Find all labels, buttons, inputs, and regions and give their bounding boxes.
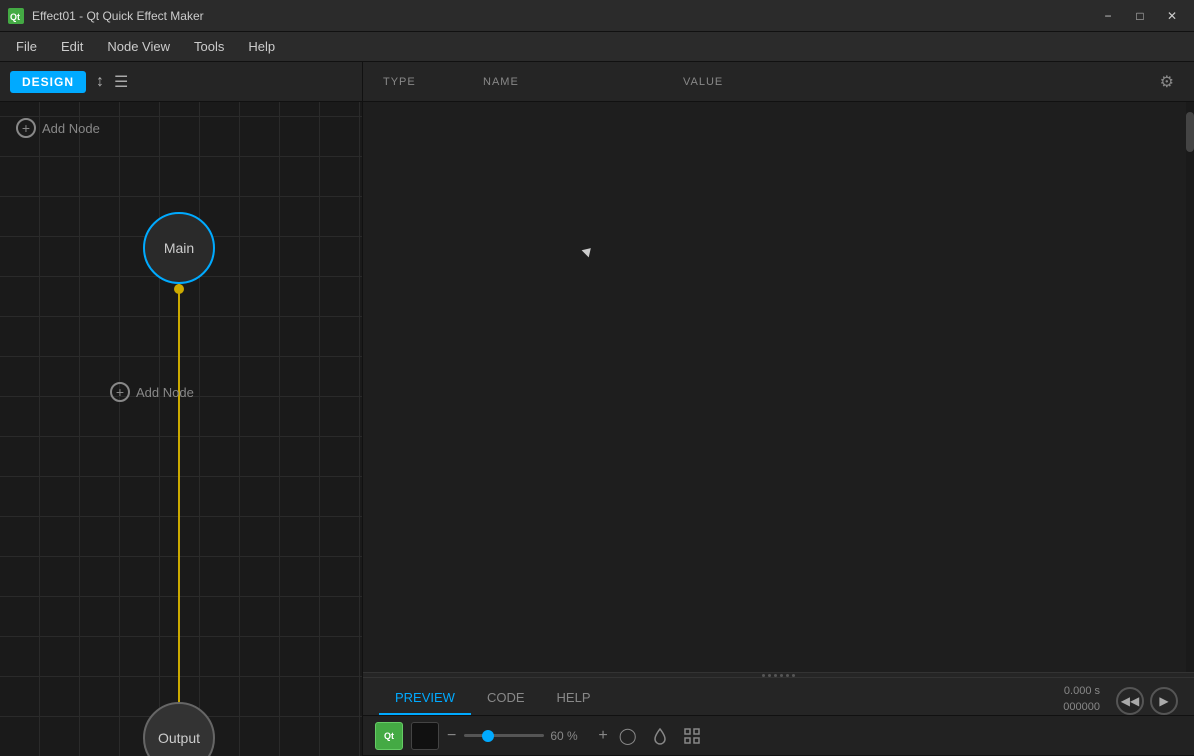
- titlebar-title: Effect01 - Qt Quick Effect Maker: [32, 9, 1086, 23]
- expand-icon[interactable]: ↕: [96, 73, 104, 91]
- add-node-mid-label: Add Node: [136, 385, 194, 400]
- zoom-label: 60 %: [550, 729, 590, 743]
- resize-dot-4: [780, 674, 783, 677]
- menubar: File Edit Node View Tools Help: [0, 32, 1194, 62]
- preview-toolbar: Qt − 60 % + ◯: [363, 716, 1194, 756]
- resize-dots: [762, 674, 795, 677]
- grid-icon[interactable]: [680, 724, 704, 748]
- titlebar-controls: − □ ✕: [1094, 6, 1186, 26]
- menu-icon[interactable]: ☰: [114, 72, 128, 92]
- playback-controls: ◀◀ ▶: [1116, 687, 1178, 715]
- bottom-section: PREVIEW CODE HELP 0.000 s 000000 ◀◀ ▶ Qt…: [363, 678, 1194, 756]
- black-bg-button[interactable]: [411, 722, 439, 750]
- color-icon[interactable]: [648, 724, 672, 748]
- scrollbar-thumb[interactable]: [1186, 112, 1194, 152]
- minimize-button[interactable]: −: [1094, 6, 1122, 26]
- settings-icon[interactable]: ⚙: [1160, 72, 1174, 92]
- titlebar: Qt Effect01 - Qt Quick Effect Maker − □ …: [0, 0, 1194, 32]
- left-panel: DESIGN ↕ ☰ + Add Node Main + Add: [0, 62, 363, 756]
- svg-text:Qt: Qt: [10, 12, 20, 22]
- maximize-button[interactable]: □: [1126, 6, 1154, 26]
- app-icon: Qt: [8, 8, 24, 24]
- output-node[interactable]: Output: [143, 702, 215, 756]
- node-canvas: + Add Node Main + Add Node Output: [0, 102, 362, 756]
- scrollbar[interactable]: [1186, 102, 1194, 672]
- resize-dot-2: [768, 674, 771, 677]
- zoom-out-icon[interactable]: −: [447, 727, 456, 745]
- rewind-button[interactable]: ◀◀: [1116, 687, 1144, 715]
- resize-dot-6: [792, 674, 795, 677]
- tabs-row: PREVIEW CODE HELP 0.000 s 000000 ◀◀ ▶: [363, 678, 1194, 716]
- add-node-mid-plus-icon: +: [110, 382, 130, 402]
- add-node-mid-button[interactable]: + Add Node: [110, 382, 194, 402]
- col-type-header: TYPE: [383, 76, 483, 88]
- tab-preview[interactable]: PREVIEW: [379, 682, 471, 715]
- zoom-in-icon[interactable]: +: [598, 727, 607, 745]
- resize-dot-3: [774, 674, 777, 677]
- time-value: 0.000 s: [1063, 684, 1100, 699]
- main-node-label: Main: [164, 240, 194, 256]
- design-button[interactable]: DESIGN: [10, 71, 86, 93]
- output-node-label: Output: [158, 730, 200, 746]
- properties-content: [363, 102, 1194, 672]
- time-display: 0.000 s 000000: [1063, 684, 1100, 715]
- zoom-slider-container: 60 %: [464, 729, 590, 743]
- zoom-slider[interactable]: [464, 734, 544, 737]
- mouse-cursor: [582, 245, 595, 258]
- add-node-top-label: Add Node: [42, 121, 100, 136]
- frame-value: 000000: [1063, 700, 1100, 715]
- add-node-top-button[interactable]: + Add Node: [16, 118, 100, 138]
- connector-dot-top: [174, 284, 184, 294]
- resize-dot-5: [786, 674, 789, 677]
- connector-line: [178, 284, 180, 714]
- properties-header: TYPE NAME VALUE ⚙: [363, 62, 1194, 102]
- col-value-header: VALUE: [683, 76, 1160, 88]
- auto-fit-icon[interactable]: ◯: [616, 724, 640, 748]
- menu-edit[interactable]: Edit: [49, 35, 95, 58]
- tab-help[interactable]: HELP: [541, 682, 607, 715]
- menu-node-view[interactable]: Node View: [95, 35, 182, 58]
- col-name-header: NAME: [483, 76, 683, 88]
- tab-code[interactable]: CODE: [471, 682, 541, 715]
- close-button[interactable]: ✕: [1158, 6, 1186, 26]
- play-button[interactable]: ▶: [1150, 687, 1178, 715]
- main-node[interactable]: Main: [143, 212, 215, 284]
- qt-icon-button[interactable]: Qt: [375, 722, 403, 750]
- menu-tools[interactable]: Tools: [182, 35, 236, 58]
- main-layout: DESIGN ↕ ☰ + Add Node Main + Add: [0, 62, 1194, 756]
- right-panel: TYPE NAME VALUE ⚙: [363, 62, 1194, 756]
- toolbar-row: DESIGN ↕ ☰: [0, 62, 362, 102]
- add-node-plus-icon: +: [16, 118, 36, 138]
- resize-dot-1: [762, 674, 765, 677]
- menu-file[interactable]: File: [4, 35, 49, 58]
- menu-help[interactable]: Help: [236, 35, 287, 58]
